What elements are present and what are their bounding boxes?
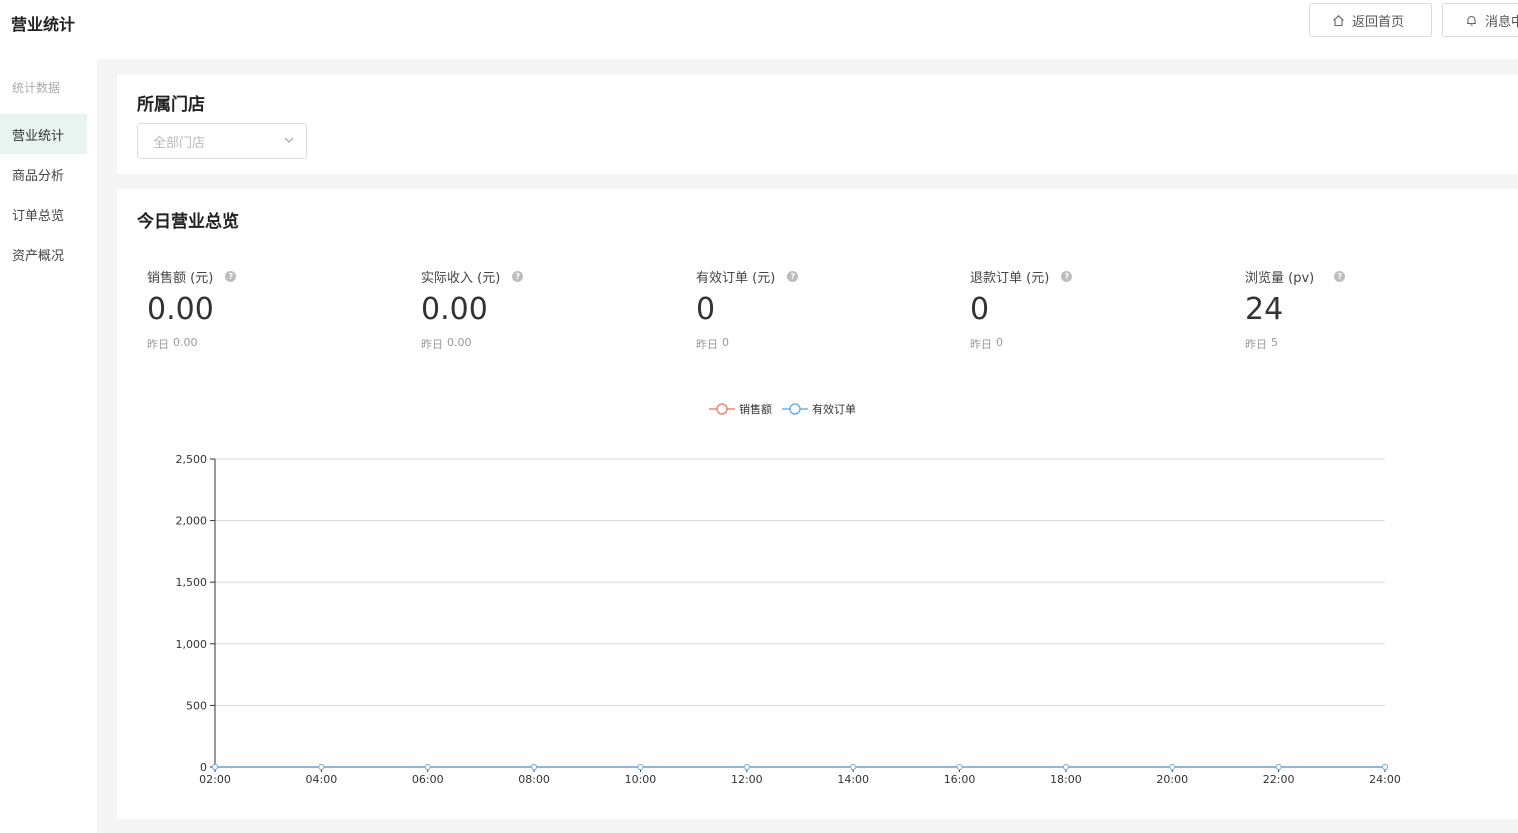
- x-tick-label: 02:00: [199, 773, 231, 786]
- x-tick-label: 22:00: [1263, 773, 1295, 786]
- message-button[interactable]: 消息中: [1442, 3, 1518, 37]
- x-tick-label: 14:00: [837, 773, 869, 786]
- x-tick-label: 24:00: [1369, 773, 1401, 786]
- sidebar-item-label: 资产概况: [12, 248, 65, 264]
- sidebar: 统计数据 营业统计 商品分析 订单总览 资产概况: [0, 59, 97, 833]
- store-card-title: 所属门店: [137, 95, 205, 115]
- sidebar-group-label: 统计数据: [12, 81, 61, 95]
- sidebar-item-order-overview[interactable]: 订单总览: [0, 194, 87, 234]
- overview-card: 今日营业总览 销售额 (元)? 0.00 昨日 0.00 实际收入 (元)? 0.…: [117, 189, 1518, 819]
- data-point: [318, 764, 325, 770]
- x-tick-label: 20:00: [1156, 773, 1188, 786]
- bell-icon: [1465, 14, 1478, 27]
- y-tick-label: 1,000: [176, 638, 208, 651]
- x-tick-label: 10:00: [625, 773, 657, 786]
- x-tick-label: 04:00: [306, 773, 338, 786]
- data-point: [743, 764, 750, 770]
- line-chart: 05001,0001,5002,0002,50002:00 04:00 06:00 0…: [176, 453, 1401, 786]
- data-point: [424, 764, 431, 770]
- store-select-placeholder: 全部门店: [153, 135, 206, 151]
- data-point: [212, 764, 218, 770]
- data-point: [850, 764, 857, 770]
- y-tick-label: 2,000: [176, 515, 208, 528]
- x-tick-label: 16:00: [944, 773, 976, 786]
- home-button[interactable]: 返回首页: [1309, 3, 1432, 37]
- x-tick-label: 06:00: [412, 773, 444, 786]
- x-tick-label: 18:00: [1050, 773, 1082, 786]
- y-tick-label: 2,500: [176, 453, 208, 466]
- page-title: 营业统计: [11, 15, 76, 34]
- home-icon: [1332, 14, 1345, 27]
- data-point: [956, 764, 963, 770]
- sidebar-item-label: 营业统计: [12, 128, 65, 144]
- sidebar-item-label: 商品分析: [12, 168, 65, 184]
- y-tick-label: 500: [186, 699, 207, 712]
- store-select[interactable]: 全部门店: [137, 123, 307, 159]
- data-point: [1169, 764, 1176, 770]
- message-button-label: 消息中: [1485, 14, 1518, 30]
- sidebar-item-product-analysis[interactable]: 商品分析: [0, 154, 87, 194]
- data-point: [1275, 764, 1282, 770]
- chevron-down-icon: [283, 134, 295, 150]
- y-tick-label: 1,500: [176, 576, 208, 589]
- data-point: [1382, 764, 1388, 770]
- x-tick-label: 12:00: [731, 773, 763, 786]
- sidebar-item-asset-overview[interactable]: 资产概况: [0, 234, 87, 274]
- store-card: 所属门店 全部门店: [117, 75, 1518, 174]
- data-point: [637, 764, 644, 770]
- x-tick-label: 08:00: [518, 773, 550, 786]
- home-button-label: 返回首页: [1352, 14, 1405, 30]
- sidebar-item-label: 订单总览: [12, 208, 65, 224]
- sidebar-item-business-stats[interactable]: 营业统计: [0, 114, 87, 154]
- data-point: [1062, 764, 1069, 770]
- data-point: [531, 764, 538, 770]
- top-bar: 营业统计 返回首页 消息中: [0, 0, 1518, 59]
